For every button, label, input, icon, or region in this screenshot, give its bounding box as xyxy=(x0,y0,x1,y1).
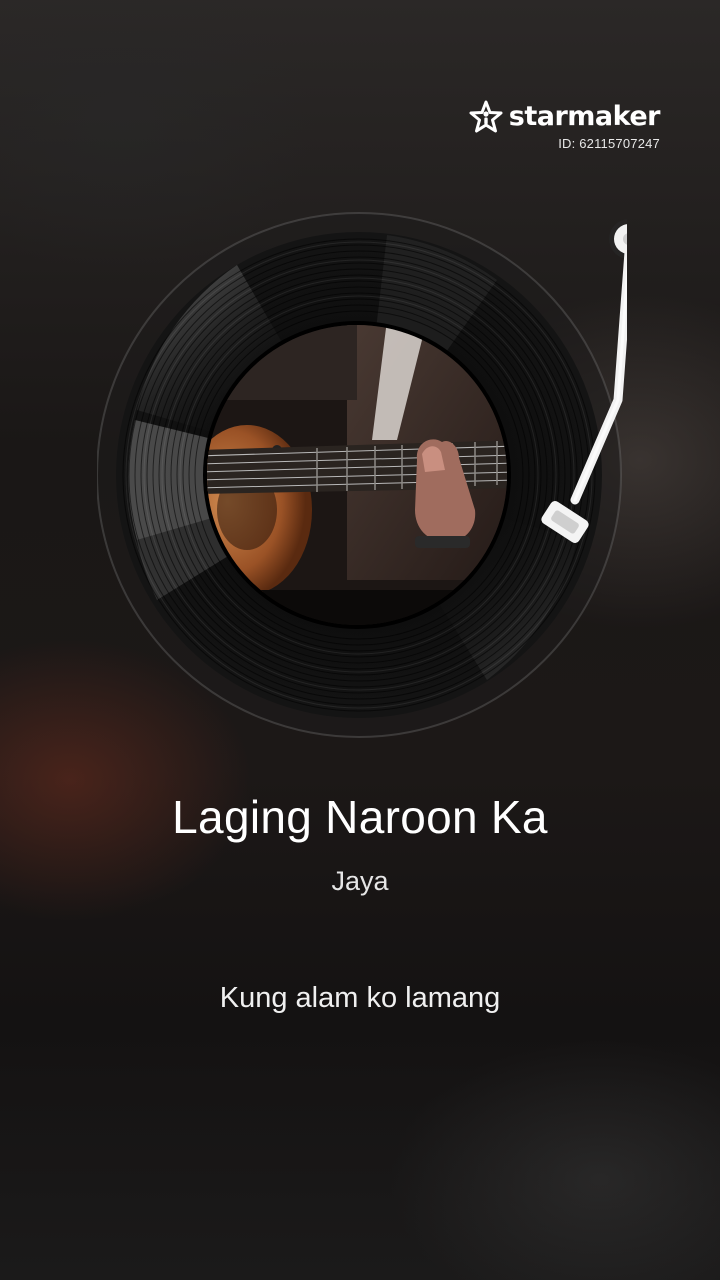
brand-name: starmaker xyxy=(508,101,661,132)
lyric-line: Kung alam ko lamang xyxy=(219,982,501,1014)
vinyl-record xyxy=(97,212,627,738)
starmaker-watermark: starmaker ID: 62115707247 xyxy=(469,100,661,151)
star-person-icon xyxy=(469,100,503,133)
song-title: Laging Naroon Ka xyxy=(172,791,548,843)
turntable xyxy=(97,210,627,740)
player-screen: starmaker ID: 62115707247 Laging Naroon … xyxy=(0,0,720,1280)
user-id-label: ID: 62115707247 xyxy=(558,136,660,151)
artist-name: Jaya xyxy=(331,866,389,896)
brand-row: starmaker xyxy=(469,100,661,134)
